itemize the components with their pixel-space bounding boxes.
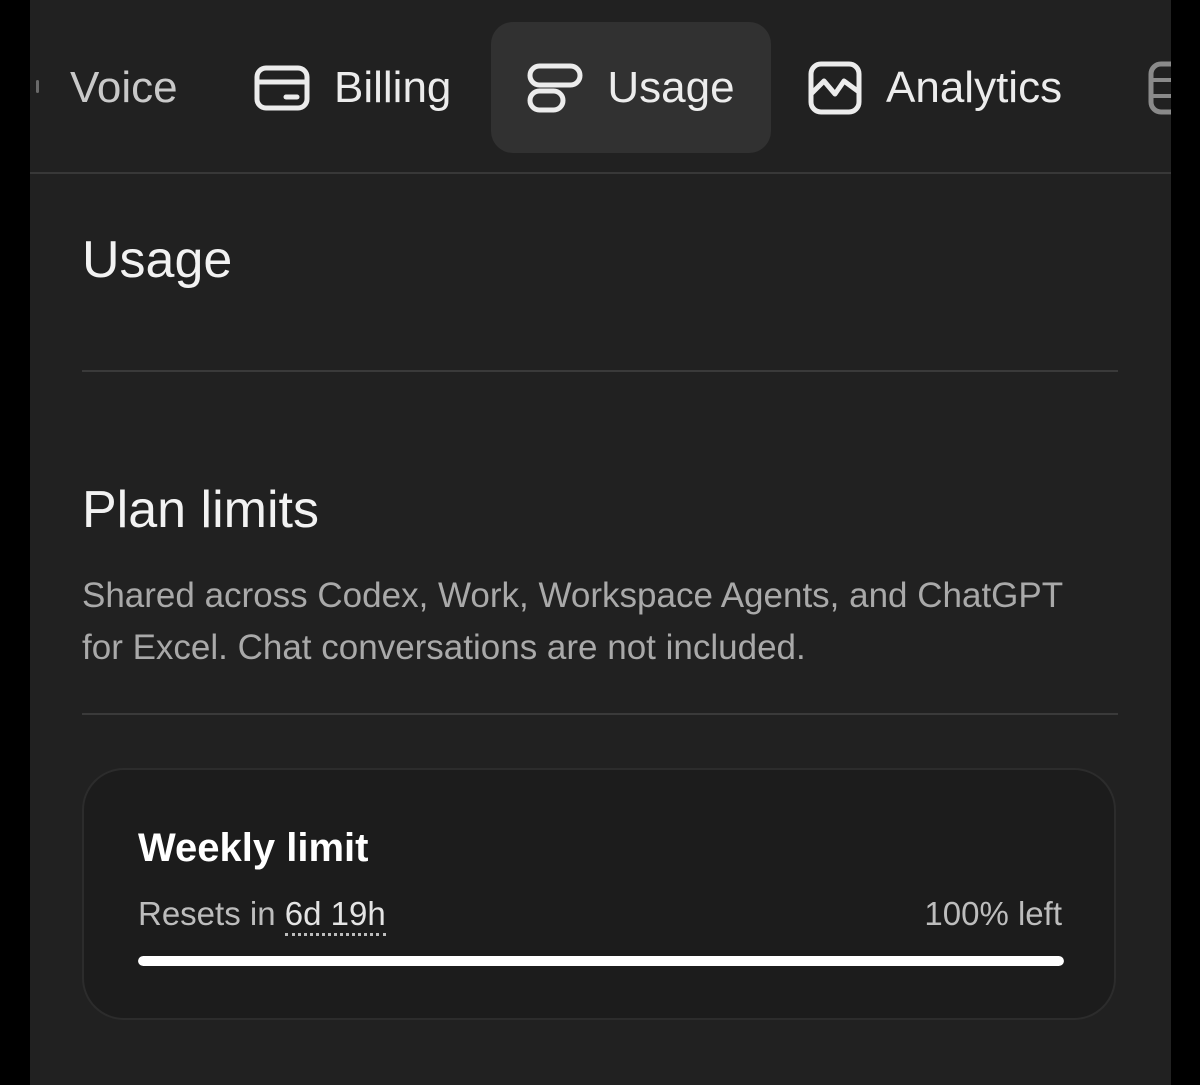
scroll-indicator (36, 80, 39, 93)
divider (82, 370, 1118, 372)
plan-limits-description: Shared across Codex, Work, Workspace Age… (82, 576, 1063, 667)
tab-label: Billing (334, 62, 452, 112)
reset-prefix: Resets in (138, 895, 276, 932)
tab-label: Usage (607, 62, 735, 112)
usage-progress-fill (138, 956, 1064, 966)
plan-limits-title: Plan limits (82, 481, 319, 539)
database-icon (1148, 60, 1171, 116)
page-title: Usage (82, 231, 233, 289)
settings-tab-bar: Voice Billing Usage Analytics (30, 0, 1171, 174)
tab-billing[interactable]: Billing (254, 22, 451, 153)
reset-info: Resets in 6d 19h (138, 892, 386, 936)
tab-label: Analytics (886, 62, 1063, 112)
reset-time-value[interactable]: 6d 19h (284, 895, 386, 936)
tab-overflow-partial[interactable] (1148, 22, 1171, 153)
usage-progress-bar (138, 956, 1064, 966)
tab-label: Voice (70, 62, 178, 112)
usage-bars-icon (527, 63, 583, 113)
divider (82, 713, 1118, 715)
tab-analytics[interactable]: Analytics (808, 22, 1062, 153)
weekly-limit-card: Weekly limit Resets in 6d 19h 100% left (82, 768, 1116, 1020)
tab-voice[interactable]: Voice (70, 22, 178, 153)
credit-card-icon (254, 65, 310, 111)
weekly-limit-title: Weekly limit (138, 826, 369, 870)
chart-line-icon (808, 61, 862, 115)
remaining-label: 100% left (924, 895, 1062, 932)
tab-usage[interactable]: Usage (491, 22, 771, 153)
settings-panel: Voice Billing Usage Analytics Usage Plan… (30, 0, 1171, 1085)
